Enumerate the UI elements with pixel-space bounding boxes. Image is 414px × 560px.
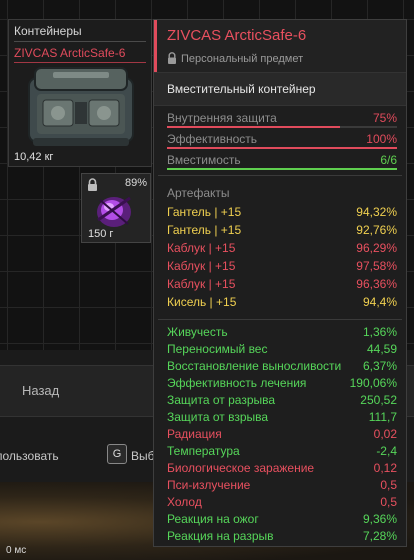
artifact-name: Каблук | +15 — [167, 277, 236, 291]
property-row: Эффективность лечения 190,06% — [167, 376, 397, 393]
container-weight: 10,42 кг — [14, 151, 54, 163]
stat-bar-fill — [167, 168, 397, 170]
property-name: Эффективность лечения — [167, 376, 307, 390]
stat-bar-track — [167, 126, 397, 128]
artifact-row: Кисель | +15 94,4% — [167, 295, 397, 312]
property-name: Биологическое заражение — [167, 461, 315, 475]
property-row: Восстановление выносливости 6,37% — [167, 359, 397, 376]
property-value: 44,59 — [366, 342, 397, 356]
stat-row: Эффективность 100% — [167, 132, 397, 152]
property-name: Защита от разрыва — [167, 393, 276, 407]
artifact-name: Кисель | +15 — [167, 295, 237, 309]
property-value: 250,52 — [360, 393, 397, 407]
back-button[interactable]: Назад — [22, 383, 59, 398]
artifact-value: 96,29% — [356, 241, 397, 255]
property-name: Реакция на ожог — [167, 512, 259, 526]
artifact-name: Гантель | +15 — [167, 205, 242, 219]
stat-label: Вместимость — [167, 153, 241, 167]
property-row: Живучесть 1,36% — [167, 325, 397, 342]
stat-bar-fill — [167, 147, 397, 149]
artifact-name: Гантель | +15 — [167, 223, 242, 237]
property-value: 7,28% — [362, 529, 397, 543]
artifact-value: 94,32% — [356, 205, 397, 219]
property-value: 190,06% — [349, 376, 397, 390]
stat-row: Вместимость 6/6 — [167, 153, 397, 173]
ping-readout: 0 мс — [6, 545, 27, 556]
property-value: 0,12 — [373, 461, 397, 475]
container-name: ZIVCAS ArcticSafe-6 — [14, 46, 126, 60]
stat-label: Внутренняя защита — [167, 111, 277, 125]
stat-value: 100% — [366, 132, 397, 146]
property-row: Холод 0,5 — [167, 495, 397, 512]
property-row: Радиация 0,02 — [167, 427, 397, 444]
artifact-row: Каблук | +15 97,58% — [167, 259, 397, 276]
select-action-label[interactable]: Выб — [131, 449, 155, 463]
artifact-icon — [97, 196, 131, 227]
property-name: Температура — [167, 444, 240, 458]
stat-bar-fill — [167, 126, 340, 128]
property-name: Переносимый вес — [167, 342, 268, 356]
artifact-slot[interactable]: 89% 150 г — [81, 173, 151, 243]
property-name: Живучесть — [167, 325, 228, 339]
property-row: Пси-излучение 0,5 — [167, 478, 397, 495]
lock-icon — [168, 52, 176, 64]
stat-bar-track — [167, 168, 397, 170]
property-row: Переносимый вес 44,59 — [167, 342, 397, 359]
artifact-value: 97,58% — [356, 259, 397, 273]
divider — [158, 175, 402, 176]
stat-value: 6/6 — [380, 153, 397, 167]
stat-bar-track — [167, 147, 397, 149]
item-type-band: Вместительный контейнер — [154, 72, 406, 106]
property-value: 0,5 — [380, 478, 397, 492]
container-icon — [28, 67, 134, 146]
artifact-name: Каблук | +15 — [167, 241, 236, 255]
artifact-row: Каблук | +15 96,36% — [167, 277, 397, 294]
artifact-weight: 150 г — [88, 228, 114, 240]
stat-label: Эффективность — [167, 132, 258, 146]
artifact-row: Гантель | +15 94,32% — [167, 205, 397, 222]
divider — [14, 41, 146, 42]
property-value: 0,5 — [380, 495, 397, 509]
property-value: 0,02 — [373, 427, 397, 441]
artifact-value: 96,36% — [356, 277, 397, 291]
property-name: Реакция на разрыв — [167, 529, 274, 543]
property-row: Реакция на разрыв 7,28% — [167, 529, 397, 546]
property-name: Защита от взрыва — [167, 410, 269, 424]
property-value: 6,37% — [362, 359, 397, 373]
property-name: Пси-излучение — [167, 478, 251, 492]
personal-item-label: Персональный предмет — [181, 53, 304, 65]
stat-row: Внутренняя защита 75% — [167, 111, 397, 131]
property-row: Реакция на ожог 9,36% — [167, 512, 397, 529]
tooltip-title: ZIVCAS ArcticSafe-6 — [167, 27, 307, 44]
use-action-label[interactable]: пользовать — [0, 449, 59, 463]
property-row: Защита от разрыва 250,52 — [167, 393, 397, 410]
property-row: Биологическое заражение 0,12 — [167, 461, 397, 478]
item-type: Вместительный контейнер — [167, 82, 316, 96]
property-row: Температура -2,4 — [167, 444, 397, 461]
artifacts-header: Артефакты — [167, 186, 230, 200]
artifact-value: 92,76% — [356, 223, 397, 237]
artifact-row: Каблук | +15 96,29% — [167, 241, 397, 258]
property-value: 111,7 — [368, 410, 397, 424]
container-category-label: Контейнеры — [14, 24, 82, 38]
artifact-value: 94,4% — [362, 295, 397, 309]
property-value: 1,36% — [362, 325, 397, 339]
property-value: 9,36% — [362, 512, 397, 526]
container-slot[interactable]: Контейнеры ZIVCAS ArcticSafe-6 10,42 кг — [8, 19, 152, 167]
divider — [158, 319, 402, 320]
property-name: Радиация — [167, 427, 222, 441]
artifact-row: Гантель | +15 92,76% — [167, 223, 397, 240]
key-hint-g: G — [107, 444, 127, 464]
property-row: Защита от взрыва 111,7 — [167, 410, 397, 427]
rarity-accent — [154, 20, 157, 72]
property-name: Холод — [167, 495, 202, 509]
artifact-name: Каблук | +15 — [167, 259, 236, 273]
artifact-charge: 89% — [124, 177, 147, 189]
stat-value: 75% — [372, 111, 397, 125]
property-value: -2,4 — [376, 444, 397, 458]
tooltip-header: ZIVCAS ArcticSafe-6 Персональный предмет — [154, 20, 406, 72]
property-name: Восстановление выносливости — [167, 359, 342, 373]
item-tooltip: ZIVCAS ArcticSafe-6 Персональный предмет… — [153, 19, 407, 547]
